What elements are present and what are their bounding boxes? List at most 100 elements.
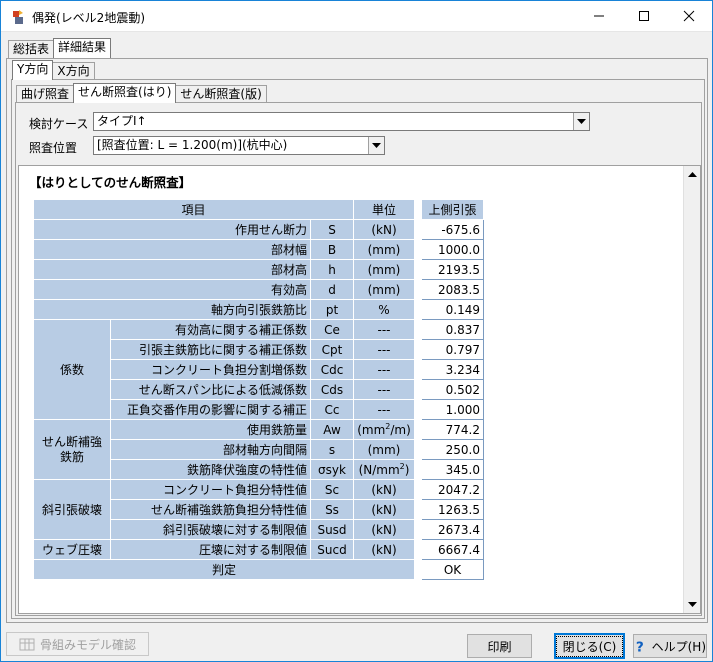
row-name: 使用鉄筋量 xyxy=(110,419,311,440)
table-row: 斜引張破壊 コンクリート負担分特性値 Sc (kN) 2047.2 xyxy=(33,479,484,540)
close-button[interactable]: 閉じる(C) xyxy=(554,633,625,659)
title-bar: 偶発(レベル2地震動) xyxy=(1,1,712,32)
position-label: 照査位置 xyxy=(29,141,78,155)
row-name: 斜引張破壊に対する制限値 xyxy=(110,519,311,540)
case-label: 検討ケース xyxy=(29,117,89,131)
row-value: 2193.5 xyxy=(421,259,484,280)
row-symbol: Sc xyxy=(310,479,354,500)
row-unit: --- xyxy=(353,399,415,420)
row-name: 部材幅 xyxy=(33,239,311,260)
row-unit: --- xyxy=(353,379,415,400)
row-value: 2673.4 xyxy=(421,519,484,540)
row-symbol: Ce xyxy=(310,319,354,340)
frame-model-button[interactable]: 骨組みモデル確認 xyxy=(6,632,149,656)
report-view[interactable]: 【はりとしてのせん断照査】 項目 単位 上側引張 作用せん断力 S (kN) -… xyxy=(18,165,701,614)
row-unit: --- xyxy=(353,319,415,340)
row-unit: (mm) xyxy=(353,439,415,460)
group-label-coefficients: 係数 xyxy=(33,319,111,420)
print-button[interactable]: 印刷 xyxy=(467,634,532,658)
row-symbol: Cpt xyxy=(310,339,354,360)
frame-model-label: 骨組みモデル確認 xyxy=(39,637,136,652)
table-row: ウェブ圧壊 圧壊に対する制限値 Sucd (kN) 6667.4 xyxy=(33,539,484,560)
tab-summary[interactable]: 総括表 xyxy=(8,40,55,58)
row-name: 有効高 xyxy=(33,279,311,300)
row-value: 2047.2 xyxy=(421,479,484,500)
print-label: 印刷 xyxy=(487,639,512,654)
scroll-up-icon[interactable] xyxy=(684,166,700,183)
check-tabs: 曲げ照査 せん断照査(はり) せん断照査(版) xyxy=(16,83,267,103)
tab-shear-slab[interactable]: せん断照査(版) xyxy=(175,85,267,103)
row-name: 正負交番作用の影響に関する補正 xyxy=(110,399,311,420)
header-value: 上側引張 xyxy=(421,199,484,220)
row-unit: (N/mm2) xyxy=(353,459,415,480)
row-name: せん断補強鉄筋負担分特性値 xyxy=(110,499,311,520)
row-unit: (kN) xyxy=(353,519,415,540)
row-name: 部材高 xyxy=(33,259,311,280)
svg-text:?: ? xyxy=(636,639,644,654)
tab-details[interactable]: 詳細結果 xyxy=(53,38,112,58)
close-window-button[interactable] xyxy=(666,1,711,31)
app-icon xyxy=(13,10,23,24)
scroll-down-icon[interactable] xyxy=(684,596,700,613)
row-value: 3.234 xyxy=(421,359,484,380)
chevron-down-icon xyxy=(573,113,589,130)
help-button[interactable]: ? ヘルプ(H) xyxy=(633,634,707,658)
main-window: 偶発(レベル2地震動) 総括表 詳細結果 Y方向 X方向 曲げ照査 せん断照査(… xyxy=(0,0,713,662)
row-value: 774.2 xyxy=(421,419,484,440)
header-item: 項目 xyxy=(33,199,354,220)
row-value: 0.837 xyxy=(421,319,484,340)
row-name: コンクリート負担分特性値 xyxy=(110,479,311,500)
chevron-down-icon xyxy=(368,137,384,154)
vertical-scrollbar[interactable] xyxy=(683,166,700,613)
row-value: 250.0 xyxy=(421,439,484,460)
table-row: 作用せん断力 S (kN) -675.6 xyxy=(33,219,484,240)
tab-y-direction[interactable]: Y方向 xyxy=(12,60,54,80)
maximize-button[interactable] xyxy=(621,1,666,31)
row-unit: (mm2/m) xyxy=(353,419,415,440)
shear-check-table: 項目 単位 上側引張 作用せん断力 S (kN) -675.6 部材幅 B (m… xyxy=(33,199,484,580)
frame-model-icon xyxy=(19,638,35,651)
row-symbol: Ss xyxy=(310,499,354,520)
row-symbol: h xyxy=(310,259,354,280)
group-label-shear-rebar: せん断補強 鉄筋 xyxy=(33,419,111,480)
table-row: 部材高 h (mm) 2193.5 xyxy=(33,259,484,280)
window-title: 偶発(レベル2地震動) xyxy=(32,11,145,25)
row-unit: % xyxy=(353,299,415,320)
row-name: 引張主鉄筋比に関する補正係数 xyxy=(110,339,311,360)
group-label-diagonal-tension: 斜引張破壊 xyxy=(33,479,111,540)
row-unit: (mm) xyxy=(353,279,415,300)
table-header-row: 項目 単位 上側引張 xyxy=(33,199,484,220)
row-value: 2083.5 xyxy=(421,279,484,300)
row-name: 作用せん断力 xyxy=(33,219,311,240)
tab-x-direction[interactable]: X方向 xyxy=(52,62,95,80)
group-label-web-crushing: ウェブ圧壊 xyxy=(33,539,111,560)
table-row: 有効高 d (mm) 2083.5 xyxy=(33,279,484,300)
minimize-button[interactable] xyxy=(576,1,621,31)
help-icon: ? xyxy=(636,639,644,654)
case-select-value: タイプⅠ↑ xyxy=(97,114,147,128)
case-select[interactable]: タイプⅠ↑ xyxy=(93,112,590,131)
row-symbol: Susd xyxy=(310,519,354,540)
row-symbol: pt xyxy=(310,299,354,320)
row-symbol: d xyxy=(310,279,354,300)
row-unit: (kN) xyxy=(353,539,415,560)
row-name: 部材軸方向間隔 xyxy=(110,439,311,460)
tab-shear-beam[interactable]: せん断照査(はり) xyxy=(73,83,177,103)
row-value: 1263.5 xyxy=(421,499,484,520)
row-name: 判定 xyxy=(33,559,415,580)
judgement-value: OK xyxy=(421,559,484,580)
tab-bending-check[interactable]: 曲げ照査 xyxy=(16,85,75,103)
table-row: 部材幅 B (mm) 1000.0 xyxy=(33,239,484,260)
position-select[interactable]: [照査位置: L = 1.200(m)](杭中心) xyxy=(93,136,385,155)
row-value: 0.502 xyxy=(421,379,484,400)
main-tabs: 総括表 詳細結果 xyxy=(8,38,112,58)
row-unit: --- xyxy=(353,339,415,360)
row-unit: --- xyxy=(353,359,415,380)
row-value: 1000.0 xyxy=(421,239,484,260)
position-select-value: [照査位置: L = 1.200(m)](杭中心) xyxy=(97,138,288,152)
row-name: せん断スパン比による低減係数 xyxy=(110,379,311,400)
row-value: 1.000 xyxy=(421,399,484,420)
row-symbol: σsyk xyxy=(310,459,354,480)
report-title: 【はりとしてのせん断照査】 xyxy=(29,175,192,190)
row-symbol: S xyxy=(310,219,354,240)
